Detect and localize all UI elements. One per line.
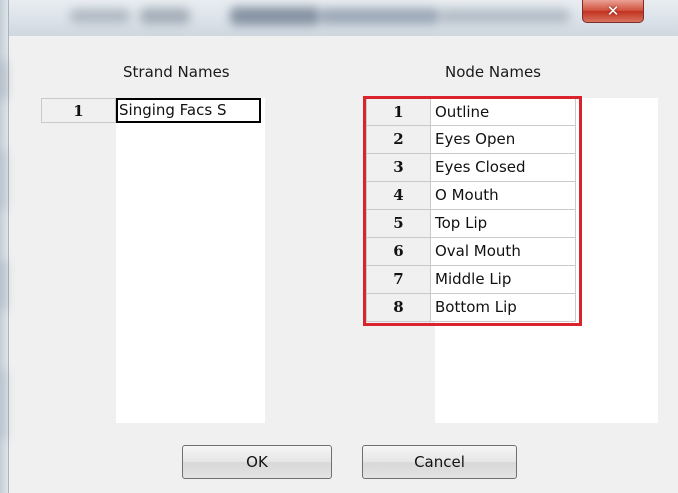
blurred-frame-region xyxy=(2,260,6,310)
node-name-cell[interactable]: O Mouth xyxy=(431,182,576,210)
blurred-title-region xyxy=(140,8,190,24)
node-name-cell[interactable]: Eyes Open xyxy=(431,126,576,154)
node-row-number: 1 xyxy=(366,98,431,126)
blurred-title-region xyxy=(320,8,440,24)
node-names-table: 1 Outline 2 Eyes Open 3 Eyes Closed 4 O … xyxy=(366,98,576,322)
table-row[interactable]: 1 Outline xyxy=(366,98,576,126)
table-row[interactable]: 4 O Mouth xyxy=(366,182,576,210)
node-row-number: 8 xyxy=(366,294,431,322)
ok-button[interactable]: OK xyxy=(182,445,332,479)
node-names-dialog: ✕ Strand Names Node Names 1 Singing Facs… xyxy=(0,0,678,493)
node-names-header: Node Names xyxy=(445,63,541,81)
node-row-number: 6 xyxy=(366,238,431,266)
blurred-frame-region xyxy=(2,370,6,440)
node-name-cell[interactable]: Bottom Lip xyxy=(431,294,576,322)
table-row[interactable]: 6 Oval Mouth xyxy=(366,238,576,266)
node-row-number: 7 xyxy=(366,266,431,294)
strand-name-cell[interactable]: Singing Facs S xyxy=(116,98,261,123)
node-row-number: 2 xyxy=(366,126,431,154)
title-bar[interactable]: ✕ xyxy=(0,0,678,36)
node-name-cell[interactable]: Outline xyxy=(431,98,576,126)
table-row[interactable]: 2 Eyes Open xyxy=(366,126,576,154)
table-row[interactable]: 8 Bottom Lip xyxy=(366,294,576,322)
blurred-title-region xyxy=(440,9,570,23)
cancel-button[interactable]: Cancel xyxy=(362,445,517,479)
blurred-frame-region xyxy=(2,60,6,100)
node-name-cell[interactable]: Eyes Closed xyxy=(431,154,576,182)
window-frame-left xyxy=(0,0,9,493)
close-button[interactable]: ✕ xyxy=(582,0,644,23)
node-row-number: 3 xyxy=(366,154,431,182)
table-row[interactable]: 3 Eyes Closed xyxy=(366,154,576,182)
node-name-cell[interactable]: Oval Mouth xyxy=(431,238,576,266)
close-icon: ✕ xyxy=(606,2,620,20)
blurred-title-region xyxy=(230,7,320,25)
strand-names-header: Strand Names xyxy=(123,63,230,81)
blurred-title-region xyxy=(70,9,130,23)
strand-row-number: 1 xyxy=(41,98,116,123)
table-row[interactable]: 5 Top Lip xyxy=(366,210,576,238)
strand-names-list[interactable] xyxy=(116,98,265,423)
node-row-number: 4 xyxy=(366,182,431,210)
table-row[interactable]: 7 Middle Lip xyxy=(366,266,576,294)
node-name-cell[interactable]: Middle Lip xyxy=(431,266,576,294)
blurred-frame-region xyxy=(2,150,6,210)
node-row-number: 5 xyxy=(366,210,431,238)
node-name-cell[interactable]: Top Lip xyxy=(431,210,576,238)
